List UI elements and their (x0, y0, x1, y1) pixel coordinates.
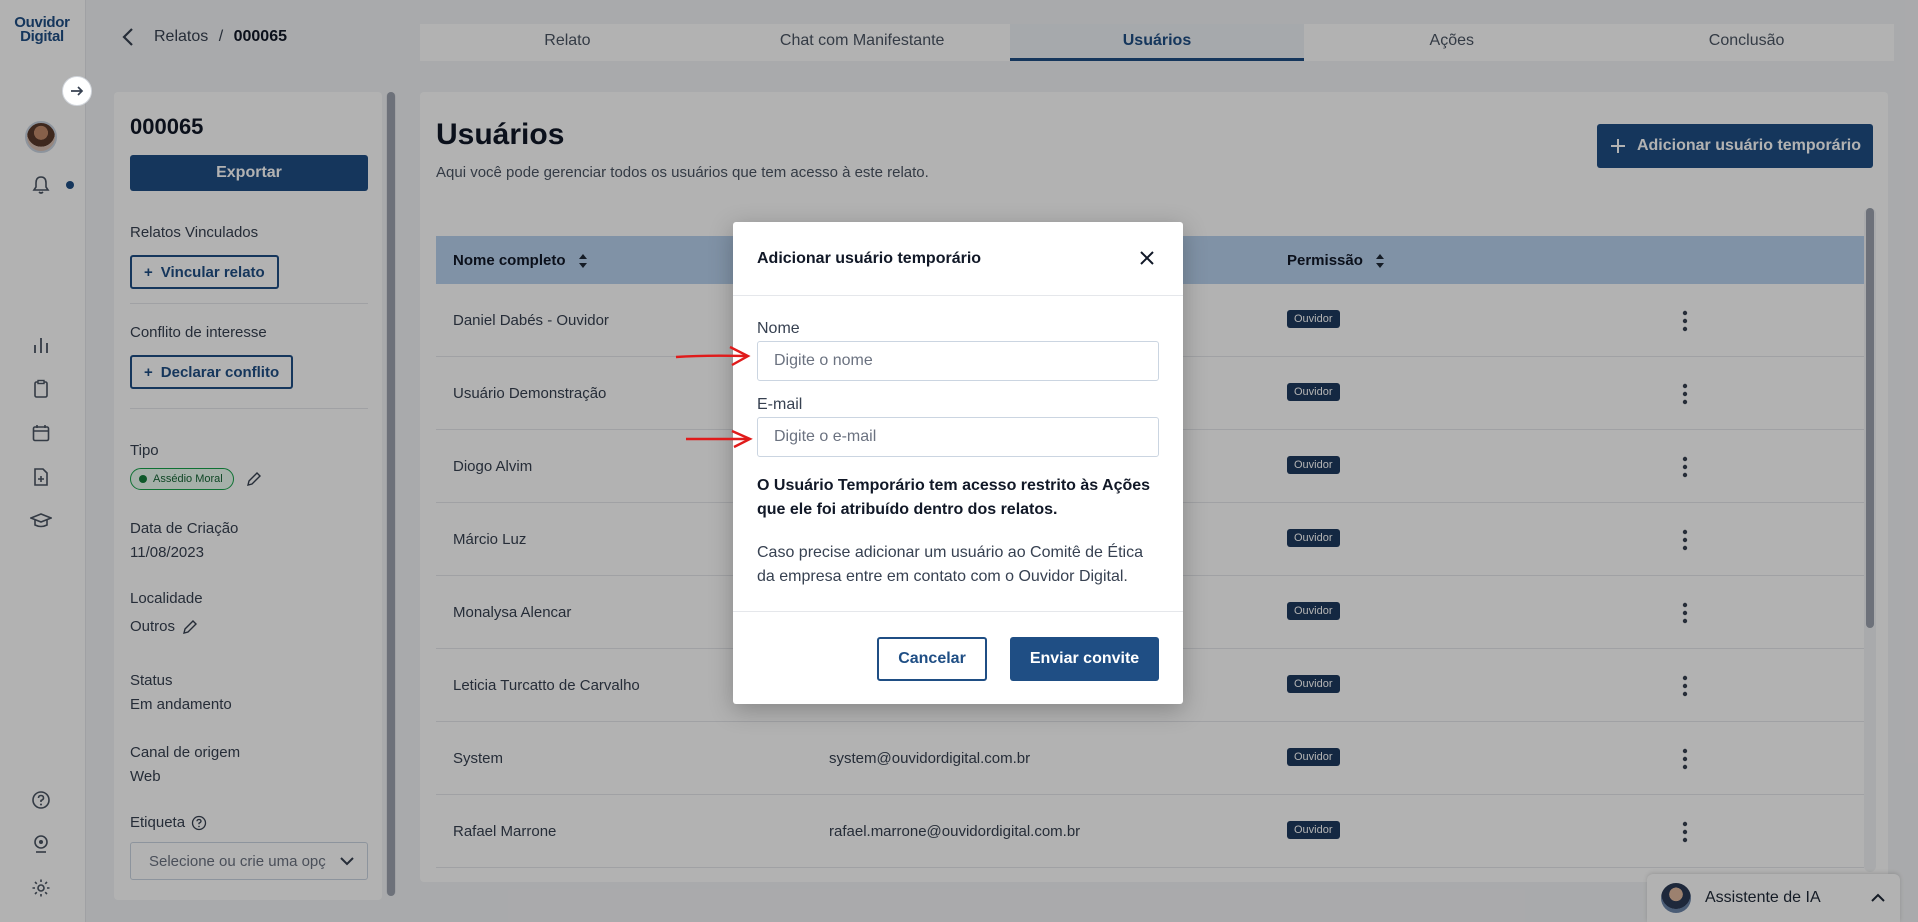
close-button[interactable] (1135, 246, 1159, 270)
contact-info: Caso precise adicionar um usuário ao Com… (757, 544, 1143, 585)
dialog-title: Adicionar usuário temporário (757, 250, 982, 267)
add-temp-user-dialog: Adicionar usuário temporário Nome E-mail… (733, 222, 1183, 704)
divider (733, 611, 1183, 612)
email-label: E-mail (757, 396, 803, 413)
cancel-button[interactable]: Cancelar (877, 637, 987, 681)
divider (733, 295, 1183, 296)
expand-sidebar-button[interactable] (62, 76, 92, 106)
email-input[interactable] (757, 417, 1159, 457)
send-invite-button[interactable]: Enviar convite (1010, 637, 1159, 681)
name-input[interactable] (757, 341, 1159, 381)
name-label: Nome (757, 320, 800, 337)
arrow-right-icon (71, 86, 84, 96)
annotation-arrow-icon (675, 345, 751, 367)
annotation-arrow-icon (686, 429, 753, 449)
restriction-note: O Usuário Temporário tem acesso restrito… (757, 477, 1151, 518)
close-icon (1140, 251, 1154, 265)
